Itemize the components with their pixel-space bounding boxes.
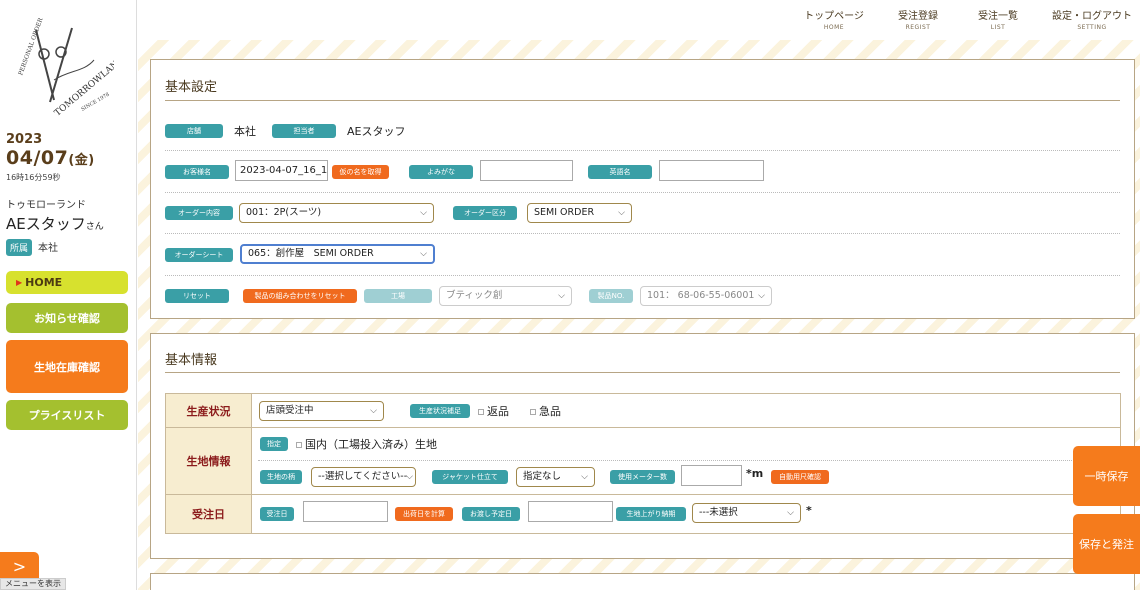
english-name-input[interactable]: [659, 160, 764, 181]
title-rule: [165, 100, 1120, 101]
auto-length-check-button[interactable]: 自動用尺確認: [771, 470, 829, 484]
order-content-select[interactable]: 001：2P(スーツ) ⌵: [239, 203, 434, 223]
chevron-down-icon: ⌵: [787, 508, 794, 518]
next-panel: [150, 573, 1135, 590]
domestic-fabric-label: 国内（工場投入済み）生地: [305, 438, 437, 451]
triangle-right-icon: ▶: [16, 278, 23, 287]
reset-product-combination-button[interactable]: 製品の組み合わせをリセット: [243, 289, 357, 303]
company-name: トゥモローランド: [6, 200, 86, 211]
order-date-label: 受注日: [166, 495, 252, 533]
customer-name-tag: お客様名: [165, 165, 229, 179]
basic-info-table: 生産状況 生地情報 受注日 店頭受注中 ⌵ 生産状況補足 返品 急品 指定 国内（…: [165, 393, 1121, 534]
required-mark: *: [806, 504, 812, 517]
dept-name: 本社: [38, 243, 58, 254]
topnav-setting[interactable]: 設定・ログアウト SETTING: [1050, 7, 1134, 31]
nav-news-button[interactable]: お知らせ確認: [6, 303, 128, 333]
basic-settings-title: 基本設定: [165, 80, 218, 95]
delivery-date-input[interactable]: [528, 501, 613, 522]
menu-toggle-button[interactable]: >: [0, 552, 39, 580]
urgent-label: 急品: [539, 405, 561, 418]
order-sheet-select[interactable]: 065：創作屋 SEMI ORDER ⌵: [240, 244, 435, 264]
dept-badge: 所属: [6, 239, 33, 256]
production-status-select[interactable]: 店頭受注中 ⌵: [259, 401, 384, 421]
staff-tag: 担当者: [272, 124, 336, 138]
basic-info-panel: 基本情報 生産状況 生地情報 受注日 店頭受注中 ⌵ 生産状況補足 返品 急品 指…: [150, 333, 1135, 559]
chevron-down-icon: ⌵: [558, 291, 565, 301]
reset-tag: リセット: [165, 289, 229, 303]
title-rule: [165, 372, 1120, 373]
product-no-select[interactable]: 101： 68-06-55-06001 ⌵: [640, 286, 772, 306]
chevron-down-icon: ⌵: [370, 406, 377, 416]
order-sheet-tag: オーダーシート: [165, 248, 233, 262]
chevron-down-icon: ⌵: [420, 208, 427, 218]
production-status-label: 生産状況: [166, 394, 252, 427]
meter-usage-input[interactable]: [681, 465, 742, 486]
order-date-tag: 受注日: [260, 507, 294, 521]
factory-tag: 工場: [364, 289, 432, 303]
staff-value: AEスタッフ: [347, 125, 406, 138]
tomorrowland-logo[interactable]: PERSONAL ORDER TOMORROWLAND SINCE 1978: [14, 10, 114, 120]
order-date-input[interactable]: [303, 501, 388, 522]
current-time: 16時16分59秒: [6, 173, 61, 182]
sidebar: PERSONAL ORDER TOMORROWLAND SINCE 1978 2…: [0, 0, 137, 590]
product-no-tag: 製品NO.: [589, 289, 633, 303]
current-year: 2023: [6, 132, 43, 147]
store-value: 本社: [234, 125, 256, 138]
nav-home-button[interactable]: ▶ HOME: [6, 271, 128, 294]
meter-unit: *m: [746, 467, 764, 480]
order-type-tag: オーダー区分: [453, 206, 517, 220]
calculate-ship-date-button[interactable]: 出荷日を計算: [395, 507, 453, 521]
jacket-tailoring-select[interactable]: 指定なし ⌵: [516, 467, 595, 487]
kana-input[interactable]: [480, 160, 573, 181]
get-temp-name-button[interactable]: 仮の名を取得: [332, 165, 389, 179]
temp-save-button[interactable]: 一時保存: [1073, 446, 1140, 506]
chevron-down-icon: ⌵: [406, 472, 413, 482]
domestic-fabric-checkbox[interactable]: [296, 442, 302, 448]
save-and-order-button[interactable]: 保存と発注: [1073, 514, 1140, 574]
english-name-tag: 英語名: [588, 165, 652, 179]
topnav-list[interactable]: 受注一覧 LIST: [970, 7, 1026, 31]
store-tag: 店舗: [165, 124, 223, 138]
return-checkbox[interactable]: [478, 409, 484, 415]
urgent-checkbox[interactable]: [530, 409, 536, 415]
chevron-down-icon: ⌵: [618, 208, 625, 218]
kana-tag: よみがな: [409, 165, 473, 179]
user-name: AEスタッフさん: [6, 215, 104, 233]
fabric-pattern-select[interactable]: --選択してください-- ⌵: [311, 467, 416, 487]
order-type-select[interactable]: SEMI ORDER ⌵: [527, 203, 632, 223]
fabric-ready-date-select[interactable]: ---未選択 ⌵: [692, 503, 801, 523]
chevron-down-icon: ⌵: [581, 472, 588, 482]
delivery-date-tag: お渡し予定日: [462, 507, 520, 521]
chevron-down-icon: ⌵: [420, 249, 427, 259]
designated-tag: 指定: [260, 437, 288, 451]
fabric-ready-date-tag: 生地上がり納期: [616, 507, 686, 521]
jacket-tailoring-tag: ジャケット仕立て: [432, 470, 508, 484]
order-content-tag: オーダー内容: [165, 206, 233, 220]
chevron-down-icon: ⌵: [758, 291, 765, 301]
production-note-tag: 生産状況補足: [410, 404, 470, 418]
nav-fabric-stock-button[interactable]: 生地在庫確認: [6, 340, 128, 393]
basic-settings-panel: 基本設定 店舗 本社 担当者 AEスタッフ お客様名 2023-04-07_16…: [150, 59, 1135, 319]
topnav-regist[interactable]: 受注登録 REGIST: [890, 7, 946, 31]
show-menu-label[interactable]: メニューを表示: [0, 578, 66, 590]
current-date: 04/07(金): [6, 147, 95, 169]
fabric-info-label: 生地情報: [166, 428, 252, 494]
meter-usage-tag: 使用メーター数: [610, 470, 675, 484]
customer-name-input[interactable]: 2023-04-07_16_16_: [235, 160, 328, 181]
fabric-pattern-tag: 生地の柄: [260, 470, 302, 484]
nav-price-list-button[interactable]: プライスリスト: [6, 400, 128, 430]
return-label: 返品: [487, 405, 509, 418]
basic-info-title: 基本情報: [165, 353, 218, 368]
factory-select[interactable]: ブティック創 ⌵: [439, 286, 572, 306]
top-navigation: トップページ HOME 受注登録 REGIST 受注一覧 LIST 設定・ログアウト S…: [138, 0, 1140, 40]
topnav-home[interactable]: トップページ HOME: [804, 7, 864, 31]
